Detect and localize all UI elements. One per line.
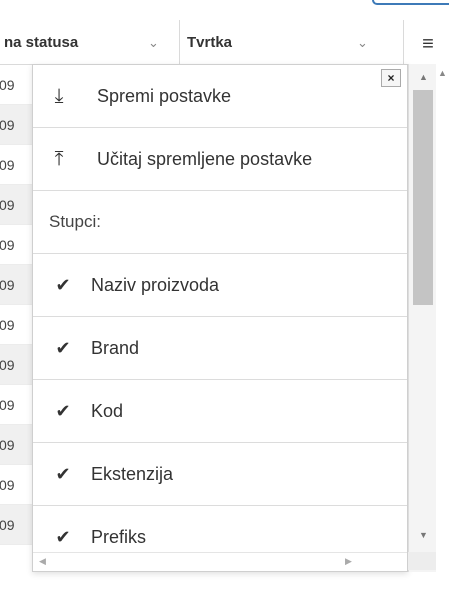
column-header-tvrtka-label: Tvrtka <box>187 33 233 51</box>
cell-fragment: 09 <box>0 397 15 413</box>
download-icon: ⤓ <box>54 84 64 107</box>
cell-fragment: 09 <box>0 317 15 333</box>
column-header-status-label: na statusa <box>4 33 79 51</box>
cell-fragment: 09 <box>0 517 15 533</box>
column-header-tvrtka[interactable]: Tvrtka ⌄ <box>181 20 404 64</box>
check-icon: ✔ <box>55 274 71 295</box>
cell-fragment: 09 <box>0 357 15 373</box>
section-heading-label: Stupci: <box>49 212 101 231</box>
column-settings-popup: × ⤓ Spremi postavke ⤒ Učitaj spremljene … <box>32 64 408 572</box>
menu-item-label: Spremi postavke <box>97 85 232 106</box>
menu-item-load-settings[interactable]: ⤒ Učitaj spremljene postavke <box>33 128 407 191</box>
grid-vertical-scrollbar[interactable]: ▲ <box>436 64 449 572</box>
chevron-down-icon[interactable]: ⌄ <box>148 35 159 51</box>
menu-item-label: Brand <box>91 337 140 358</box>
top-accent-line <box>372 0 449 5</box>
scroll-up-icon[interactable]: ▲ <box>419 72 428 82</box>
check-icon: ✔ <box>55 337 71 358</box>
cell-fragment: 09 <box>0 277 15 293</box>
grid-header: na statusa ⌄ Tvrtka ⌄ ≡ <box>0 20 449 65</box>
column-toggle-kod[interactable]: ✔ Kod <box>33 380 407 443</box>
cell-fragment: 09 <box>0 437 15 453</box>
cell-fragment: 09 <box>0 477 15 493</box>
check-icon: ✔ <box>55 527 71 547</box>
menu-item-label: Učitaj spremljene postavke <box>97 148 313 169</box>
upload-icon: ⤒ <box>54 147 64 170</box>
menu-item-label: Ekstenzija <box>91 463 174 484</box>
cell-fragment: 09 <box>0 237 15 253</box>
cell-fragment: 09 <box>0 197 15 213</box>
menu-item-label: Prefiks <box>91 527 147 547</box>
chevron-down-icon[interactable]: ⌄ <box>357 35 368 51</box>
cell-fragment: 09 <box>0 157 15 173</box>
check-icon: ✔ <box>55 400 71 421</box>
cell-fragment: 09 <box>0 117 15 133</box>
scroll-up-icon[interactable]: ▲ <box>438 68 447 78</box>
popup-horizontal-scrollbar[interactable]: ◀ ▶ <box>33 552 407 571</box>
popup-vertical-scrollbar[interactable]: ▲ ▼ <box>408 64 437 572</box>
check-icon: ✔ <box>55 463 71 484</box>
hamburger-icon: ≡ <box>422 32 434 55</box>
scrollbar-thumb[interactable] <box>413 90 433 305</box>
scroll-down-icon[interactable]: ▼ <box>419 530 428 540</box>
menu-item-label: Kod <box>91 400 124 421</box>
column-toggle-ekstenzija[interactable]: ✔ Ekstenzija <box>33 443 407 506</box>
scrollbar-corner <box>408 552 436 570</box>
scroll-left-icon[interactable]: ◀ <box>39 556 46 567</box>
column-toggle-naziv-proizvoda[interactable]: ✔ Naziv proizvoda <box>33 254 407 317</box>
section-heading-columns: Stupci: <box>33 191 407 254</box>
cell-fragment: 09 <box>0 77 15 93</box>
column-header-status[interactable]: na statusa ⌄ <box>0 20 180 64</box>
column-toggle-brand[interactable]: ✔ Brand <box>33 317 407 380</box>
menu-item-save-settings[interactable]: ⤓ Spremi postavke <box>33 65 407 128</box>
menu-item-label: Naziv proizvoda <box>91 274 220 295</box>
scroll-right-icon[interactable]: ▶ <box>345 556 352 567</box>
column-menu-button[interactable]: ≡ <box>414 30 442 58</box>
